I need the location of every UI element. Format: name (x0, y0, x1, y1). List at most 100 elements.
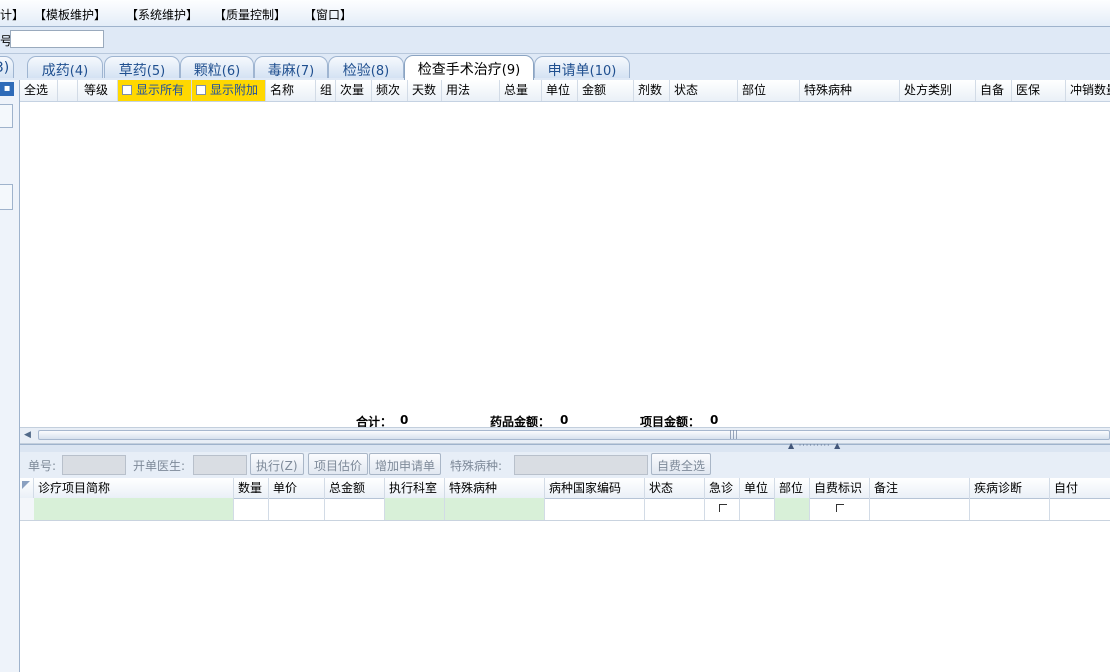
disease-national-code-cell (545, 498, 645, 520)
tab-count: (9) (501, 63, 521, 78)
total-value: 0 (400, 413, 409, 427)
show-all-checkbox[interactable] (122, 85, 132, 95)
column-self-payment: 自付 (1054, 481, 1079, 495)
search-input[interactable] (10, 30, 104, 48)
menu-item-window[interactable]: 【窗口】 (304, 6, 352, 23)
column-disease-diagnosis: 疾病诊断 (970, 478, 1050, 498)
tab-request-form[interactable]: 申请单(10) (534, 56, 630, 79)
tab-patent-medicine[interactable]: 成药(4) (27, 56, 103, 79)
special-disease-label: 特殊病种: (450, 459, 503, 473)
prescription-grid: 全选 等级 显示所有 显示附加 名称 组 次量 频次 天数 用法 总量 单位 金… (20, 80, 1110, 444)
tab-laboratory[interactable]: 检验(8) (328, 56, 404, 79)
tab-partial[interactable]: 3) (0, 56, 14, 78)
tab-label: 草药 (118, 63, 147, 79)
self-pay-flag-cell[interactable] (810, 498, 870, 520)
remarks-cell[interactable] (870, 498, 970, 520)
special-disease-cell[interactable] (445, 498, 545, 520)
header-corner (20, 478, 34, 498)
item-estimate-button[interactable]: 项目估价 (308, 453, 369, 475)
tab-herbal-medicine[interactable]: 草药(5) (104, 56, 180, 79)
column-prescription-type: 处方类别 (900, 80, 976, 101)
column-unit: 单位 (740, 478, 775, 498)
pin-icon[interactable]: ▪ (0, 82, 14, 96)
row-indicator[interactable] (20, 498, 35, 520)
column-dose: 次量 (336, 80, 372, 101)
column-doses: 剂数 (634, 80, 670, 101)
side-panel-tab-1[interactable] (0, 104, 13, 128)
column-emergency: 急诊 (705, 478, 740, 498)
show-extra-checkbox[interactable] (196, 85, 206, 95)
add-request-button[interactable]: 增加申请单 (369, 453, 442, 475)
column-site: 部位 (775, 478, 810, 498)
column-status: 状态 (645, 478, 705, 498)
column-amount: 金额 (578, 80, 634, 101)
order-number-label: 单号: (28, 459, 57, 473)
self-payment-cell (1050, 498, 1110, 520)
tab-label: 检查手术治疗 (417, 62, 502, 78)
column-status: 状态 (670, 80, 738, 101)
menu-item-quality-control[interactable]: 【质量控制】 (214, 6, 286, 23)
quantity-cell[interactable] (234, 498, 269, 520)
tab-label: 申请单 (547, 63, 590, 79)
column-unit-price: 单价 (269, 478, 325, 498)
column-quantity: 数量 (234, 478, 269, 498)
horizontal-scrollbar[interactable]: ◀ ||| (20, 427, 1110, 444)
treatment-items-grid: 诊疗项目简称 数量 单价 总金额 执行科室 特殊病种 病种国家编码 状态 急诊 … (20, 478, 1110, 672)
tab-count: (4) (69, 64, 89, 79)
executing-department-cell[interactable] (385, 498, 445, 520)
column-self-provided: 自备 (976, 80, 1012, 101)
column-usage: 用法 (442, 80, 500, 101)
unit-price-cell (269, 498, 325, 520)
column-executing-department: 执行科室 (385, 478, 445, 498)
tab-exam-surgery-treatment[interactable]: 检查手术治疗(9) (404, 55, 534, 80)
menu-item-partial[interactable]: 计】 (0, 6, 24, 23)
column-select-all[interactable]: 全选 (20, 80, 58, 101)
tab-label: 3) (0, 60, 10, 76)
grip-icon: ||| (729, 430, 739, 440)
show-all-label: 显示所有 (136, 83, 185, 97)
splitter-grip-icon[interactable]: ▲ ········· ▲ (788, 441, 841, 450)
unit-cell (740, 498, 775, 520)
self-pay-checkbox[interactable] (836, 504, 844, 512)
column-frequency: 频次 (372, 80, 408, 101)
show-all-toggle[interactable]: 显示所有 (118, 80, 192, 101)
table-row[interactable] (20, 498, 1110, 521)
show-extra-label: 显示附加 (210, 83, 259, 97)
column-total-amount: 总金额 (325, 478, 385, 498)
tab-granules[interactable]: 颗粒(6) (180, 56, 254, 79)
column-disease-national-code: 病种国家编码 (545, 478, 645, 498)
scroll-left-arrow-icon[interactable]: ◀ (20, 428, 35, 443)
column-group: 组 (316, 80, 336, 101)
tab-count: (8) (370, 64, 390, 79)
self-pay-select-all-button[interactable]: 自费全选 (651, 453, 712, 475)
column-days: 天数 (408, 80, 442, 101)
order-number-field[interactable] (62, 455, 126, 475)
column-self-pay-flag: 自费标识 (810, 478, 870, 498)
totals-row: 合计： 0 药品金额： 0 项目金额： 0 (20, 410, 1110, 429)
emergency-cell[interactable] (705, 498, 740, 520)
column-item-short-name: 诊疗项目简称 (34, 478, 234, 498)
tab-count: (6) (221, 64, 241, 79)
column-special-disease: 特殊病种 (445, 478, 545, 498)
ordering-doctor-label: 开单医生: (133, 459, 186, 473)
ordering-doctor-field[interactable] (193, 455, 247, 475)
disease-diagnosis-cell[interactable] (970, 498, 1050, 520)
column-remarks: 备注 (870, 478, 970, 498)
column-insurance: 医保 (1012, 80, 1066, 101)
column-special-disease: 特殊病种 (800, 80, 900, 101)
column-unit: 单位 (542, 80, 578, 101)
special-disease-field[interactable] (514, 455, 648, 475)
tab-narcotics[interactable]: 毒麻(7) (254, 56, 328, 79)
site-cell[interactable] (775, 498, 810, 520)
execute-button[interactable]: 执行(Z) (250, 453, 304, 475)
left-side-panel: ▪ (0, 80, 20, 672)
menu-item-template-maintenance[interactable]: 【模板维护】 (34, 6, 106, 23)
scrollbar-thumb[interactable]: ||| (38, 430, 1110, 440)
tab-label: 毒麻 (267, 63, 296, 79)
show-extra-toggle[interactable]: 显示附加 (192, 80, 266, 101)
tab-label: 成药 (41, 63, 70, 79)
menu-item-system-maintenance[interactable]: 【系统维护】 (126, 6, 198, 23)
item-short-name-cell[interactable] (34, 498, 234, 520)
emergency-checkbox[interactable] (719, 504, 727, 512)
side-panel-tab-2[interactable] (0, 184, 13, 210)
